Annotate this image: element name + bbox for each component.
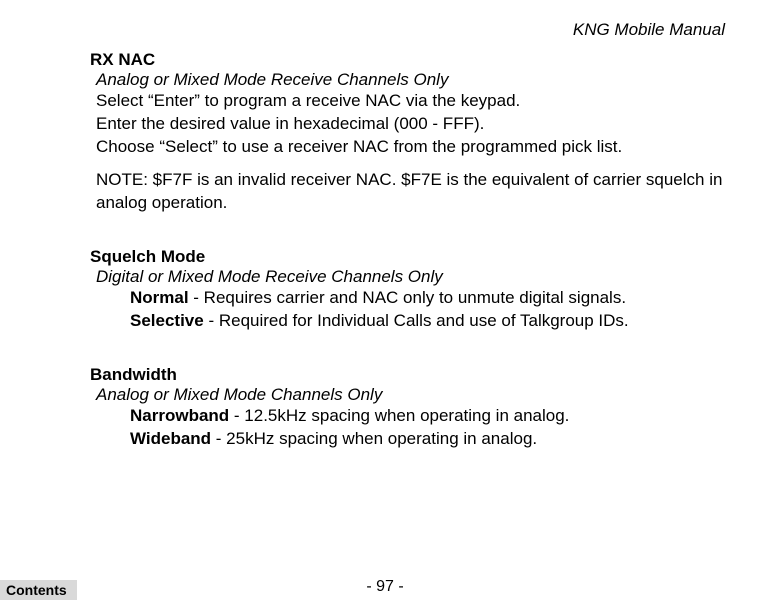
bandwidth-wideband-option: Wideband - 25kHz spacing when operating … — [130, 428, 730, 451]
page-content: KNG Mobile Manual RX NAC Analog or Mixed… — [0, 0, 770, 450]
bandwidth-heading: Bandwidth — [90, 365, 730, 385]
rx-nac-subtitle: Analog or Mixed Mode Receive Channels On… — [96, 70, 730, 90]
bandwidth-wideband-desc: - 25kHz spacing when operating in analog… — [211, 429, 537, 448]
bandwidth-subtitle: Analog or Mixed Mode Channels Only — [96, 385, 730, 405]
squelch-normal-option: Normal - Requires carrier and NAC only t… — [130, 287, 730, 310]
rx-nac-note: NOTE: $F7F is an invalid receiver NAC. $… — [96, 169, 730, 215]
squelch-normal-desc: - Requires carrier and NAC only to unmut… — [189, 288, 626, 307]
manual-title: KNG Mobile Manual — [90, 20, 730, 40]
bandwidth-narrowband-name: Narrowband — [130, 406, 229, 425]
rx-nac-line3: Choose “Select” to use a receiver NAC fr… — [96, 136, 730, 159]
contents-link[interactable]: Contents — [0, 580, 77, 600]
page-number: - 97 - — [0, 578, 770, 596]
section-squelch-mode: Squelch Mode Digital or Mixed Mode Recei… — [90, 247, 730, 333]
squelch-heading: Squelch Mode — [90, 247, 730, 267]
rx-nac-line2: Enter the desired value in hexadecimal (… — [96, 113, 730, 136]
squelch-normal-name: Normal — [130, 288, 189, 307]
bandwidth-wideband-name: Wideband — [130, 429, 211, 448]
squelch-selective-option: Selective - Required for Individual Call… — [130, 310, 730, 333]
bandwidth-narrowband-option: Narrowband - 12.5kHz spacing when operat… — [130, 405, 730, 428]
section-bandwidth: Bandwidth Analog or Mixed Mode Channels … — [90, 365, 730, 451]
squelch-selective-name: Selective — [130, 311, 204, 330]
rx-nac-line1: Select “Enter” to program a receive NAC … — [96, 90, 730, 113]
bandwidth-narrowband-desc: - 12.5kHz spacing when operating in anal… — [229, 406, 569, 425]
rx-nac-heading: RX NAC — [90, 50, 730, 70]
squelch-subtitle: Digital or Mixed Mode Receive Channels O… — [96, 267, 730, 287]
section-rx-nac: RX NAC Analog or Mixed Mode Receive Chan… — [90, 50, 730, 215]
squelch-selective-desc: - Required for Individual Calls and use … — [204, 311, 629, 330]
